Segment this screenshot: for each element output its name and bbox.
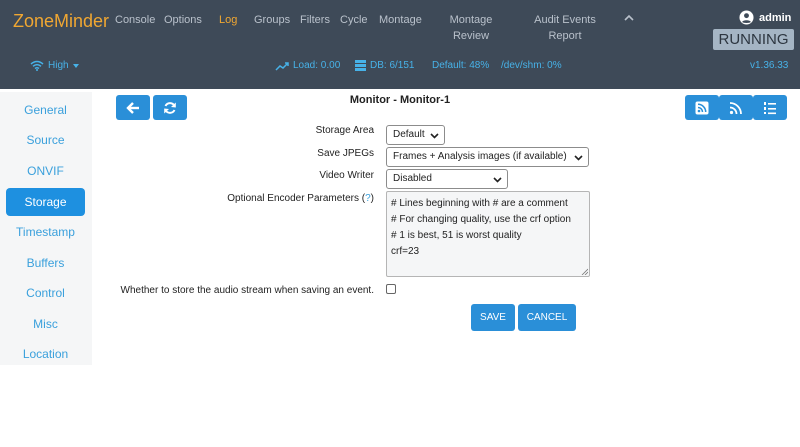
sidebar-item-source[interactable]: Source bbox=[6, 126, 85, 154]
collapse-caret-icon[interactable] bbox=[623, 12, 635, 24]
encoder-params-textarea[interactable]: # Lines beginning with # are a comment #… bbox=[386, 191, 590, 277]
load-value: Load: 0.00 bbox=[293, 60, 341, 71]
nav-options[interactable]: Options bbox=[164, 12, 202, 28]
save-jpegs-label: Save JPEGs bbox=[317, 148, 374, 159]
rss-square-button[interactable] bbox=[685, 95, 719, 120]
nav-montage-review-line1: Montage bbox=[449, 14, 493, 26]
video-writer-value: Disabled bbox=[393, 173, 432, 184]
caret-down-icon bbox=[72, 63, 79, 68]
nav-audit-events[interactable]: Audit Events Report bbox=[533, 12, 597, 44]
encoder-params-line: crf=23 bbox=[391, 246, 420, 257]
user-circle-icon bbox=[739, 10, 754, 25]
version-label: v1.36.33 bbox=[750, 60, 789, 71]
nav-filters[interactable]: Filters bbox=[300, 12, 330, 28]
rss-button[interactable] bbox=[719, 95, 753, 120]
storage-status: Default: 48% bbox=[432, 60, 490, 71]
sidebar-item-storage[interactable]: Storage bbox=[6, 188, 85, 216]
video-writer-label: Video Writer bbox=[319, 170, 374, 181]
audio-stream-label: Whether to store the audio stream when s… bbox=[120, 285, 374, 296]
encoder-params-line: # Lines beginning with # are a comment bbox=[391, 198, 568, 209]
encoder-params-label: Optional Encoder Parameters (?) bbox=[227, 193, 374, 204]
nav-console[interactable]: Console bbox=[115, 12, 155, 28]
wifi-icon bbox=[30, 60, 44, 71]
load-status: Load: 0.00 bbox=[275, 60, 340, 71]
storage-area-value: Default bbox=[393, 129, 425, 140]
sidebar-item-location[interactable]: Location bbox=[6, 340, 85, 368]
encoder-params-help-link[interactable]: ? bbox=[365, 193, 371, 204]
nav-cycle[interactable]: Cycle bbox=[340, 12, 368, 28]
storage-area-label: Storage Area bbox=[315, 125, 374, 136]
nav-montage-review[interactable]: Montage Review bbox=[446, 12, 496, 44]
shm-status: /dev/shm: 0% bbox=[501, 60, 562, 71]
encoder-params-label-text: Optional Encoder Parameters bbox=[227, 193, 359, 204]
sidebar-item-buffers[interactable]: Buffers bbox=[6, 249, 85, 277]
chevron-down-icon bbox=[493, 177, 502, 183]
cancel-button[interactable]: CANCEL bbox=[518, 304, 576, 331]
sidebar-item-onvif[interactable]: ONVIF bbox=[6, 157, 85, 185]
top-navbar: ZoneMinder Console Options Log Groups Fi… bbox=[0, 0, 800, 89]
video-writer-select[interactable]: Disabled bbox=[386, 169, 508, 189]
page-title: Monitor - Monitor-1 bbox=[349, 94, 451, 106]
nav-audit-events-line1: Audit Events bbox=[534, 14, 596, 26]
bandwidth-label: High bbox=[48, 60, 69, 71]
rss-square-icon bbox=[695, 101, 709, 114]
nav-audit-events-line2: Report bbox=[548, 30, 582, 42]
nav-log[interactable]: Log bbox=[219, 12, 237, 28]
audio-stream-checkbox[interactable] bbox=[386, 284, 396, 294]
database-icon bbox=[355, 60, 366, 71]
run-state-button[interactable]: RUNNING bbox=[713, 29, 794, 50]
encoder-params-line: # 1 is best, 51 is worst quality bbox=[391, 230, 522, 241]
save-button[interactable]: SAVE bbox=[471, 304, 515, 331]
encoder-params-line: # For changing quality, use the crf opti… bbox=[391, 214, 571, 225]
rss-icon bbox=[729, 101, 742, 114]
chart-line-icon bbox=[275, 61, 289, 71]
nav-montage[interactable]: Montage bbox=[379, 12, 422, 28]
save-jpegs-value: Frames + Analysis images (if available) bbox=[393, 151, 567, 162]
db-status: DB: 6/151 bbox=[355, 60, 414, 71]
sidebar-item-control[interactable]: Control bbox=[6, 279, 85, 307]
monitor-sidebar: General Source ONVIF Storage Timestamp B… bbox=[0, 92, 92, 365]
brand-logo[interactable]: ZoneMinder bbox=[13, 11, 109, 32]
storage-area-select[interactable]: Default bbox=[386, 125, 445, 145]
bandwidth-dropdown[interactable]: High bbox=[30, 60, 79, 71]
list-button[interactable] bbox=[753, 95, 787, 120]
user-menu[interactable]: admin bbox=[739, 10, 791, 25]
list-numbered-icon bbox=[764, 101, 776, 114]
nav-groups[interactable]: Groups bbox=[254, 12, 290, 28]
chevron-down-icon bbox=[430, 133, 439, 139]
user-name: admin bbox=[759, 11, 792, 24]
chevron-down-icon bbox=[574, 155, 583, 161]
resize-grip-icon[interactable] bbox=[581, 268, 588, 275]
sidebar-item-timestamp[interactable]: Timestamp bbox=[6, 218, 85, 246]
save-jpegs-select[interactable]: Frames + Analysis images (if available) bbox=[386, 147, 589, 167]
nav-montage-review-line2: Review bbox=[452, 30, 490, 42]
db-value: DB: 6/151 bbox=[370, 60, 415, 71]
sidebar-item-misc[interactable]: Misc bbox=[6, 310, 85, 338]
